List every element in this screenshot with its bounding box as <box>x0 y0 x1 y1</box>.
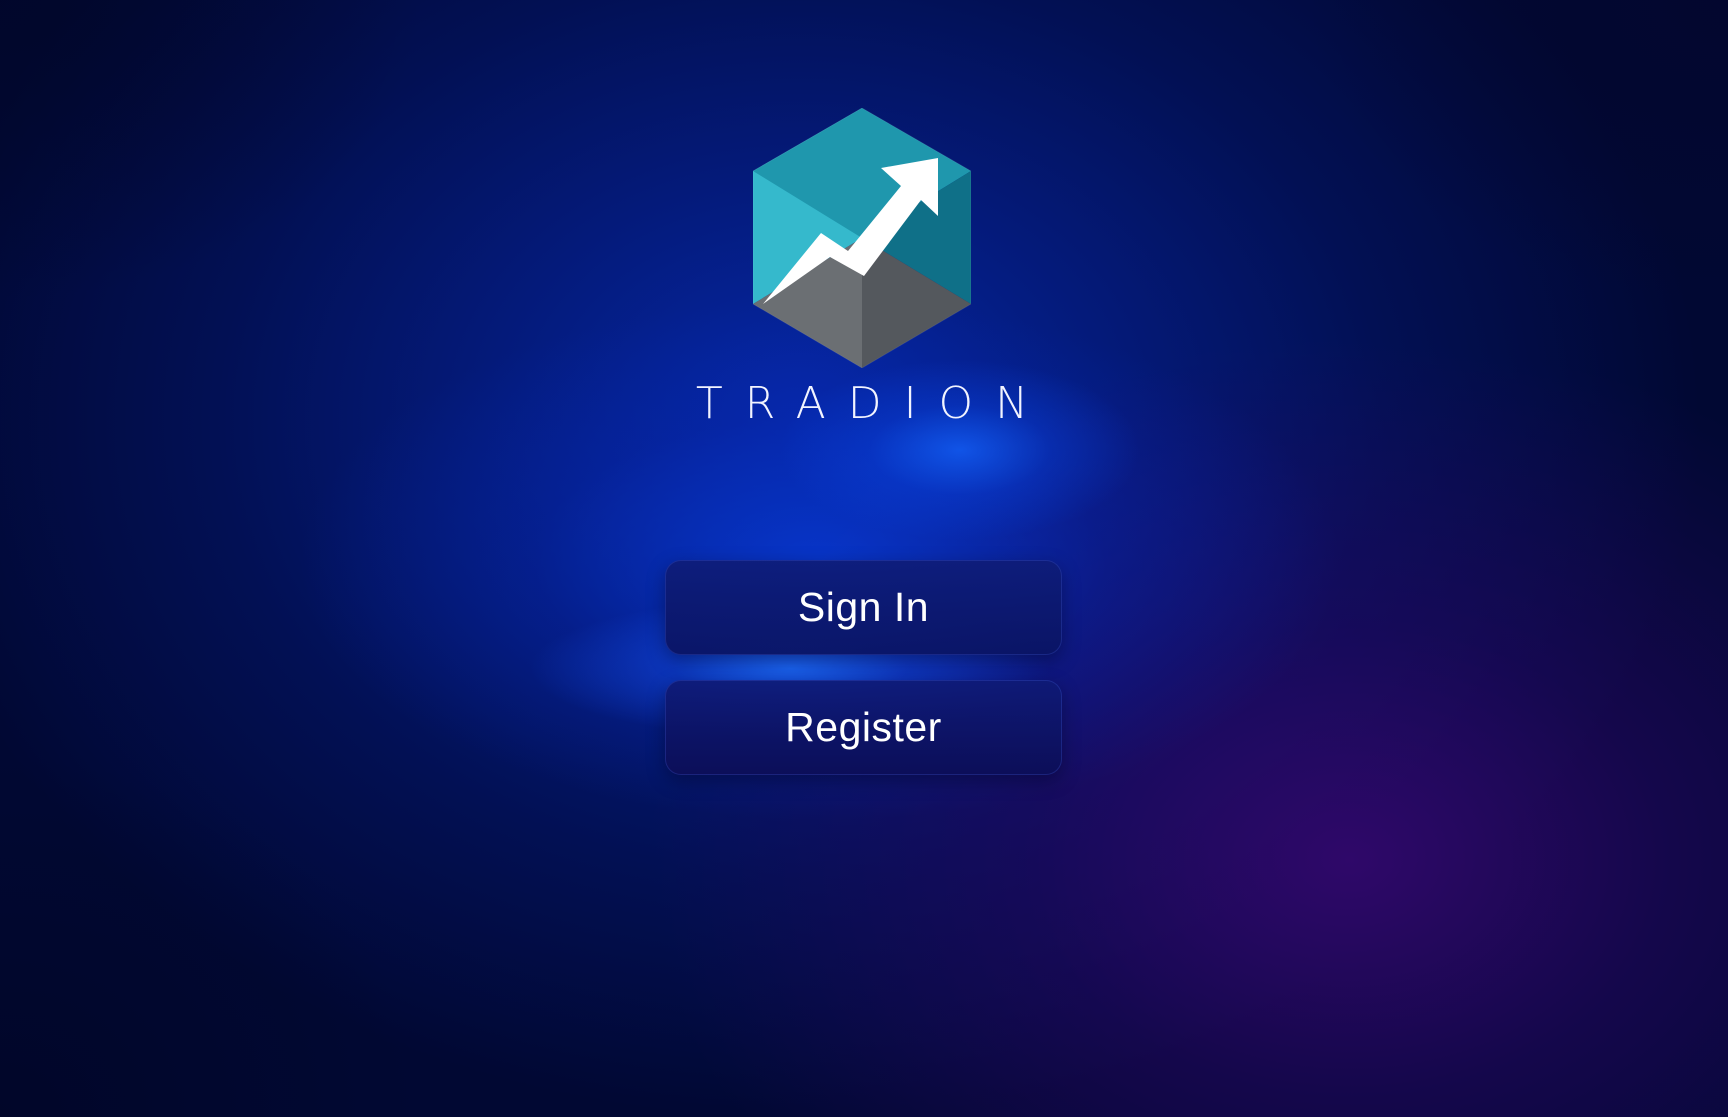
register-button[interactable]: Register <box>665 680 1062 775</box>
register-label: Register <box>785 704 942 750</box>
sign-in-button[interactable]: Sign In <box>665 560 1062 655</box>
brand-name: TRADION <box>695 378 1051 429</box>
brand-wordmark: TRADION <box>690 374 1034 434</box>
hexagon-trend-arrow-icon <box>753 108 971 368</box>
sign-in-label: Sign In <box>797 584 930 630</box>
